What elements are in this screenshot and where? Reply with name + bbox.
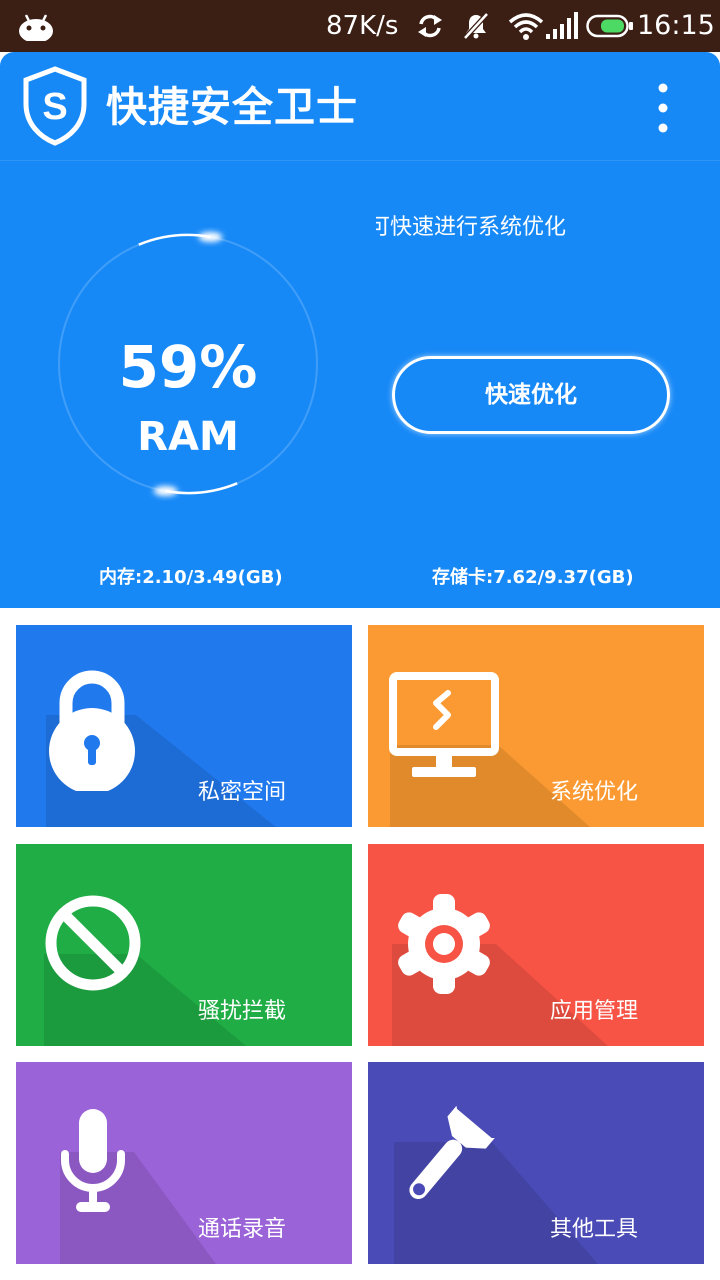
tile-label: 其他工具	[550, 1217, 639, 1242]
signal-icon	[546, 12, 578, 39]
marquee-tip-text: 可快速进行系统优化	[376, 215, 567, 240]
block-icon	[45, 895, 141, 991]
clock: 16:15	[637, 10, 715, 41]
ram-ring-glow	[198, 232, 223, 242]
tile-system-optimize[interactable]: 系统优化	[368, 625, 704, 827]
quick-optimize-button[interactable]: 快速优化	[392, 356, 670, 434]
marquee-tip: 可快速进行系统优化	[376, 210, 696, 246]
dashboard-panel: S 快捷安全卫士 59% RAM 可快速进行系统优化 快速优化 内存:2.10/…	[0, 52, 720, 608]
tile-label: 私密空间	[198, 780, 287, 805]
tile-label: 通话录音	[198, 1217, 287, 1242]
tile-harassment-block[interactable]: 骚扰拦截	[16, 844, 352, 1046]
ram-percent: 59%	[118, 333, 258, 401]
wrench-icon	[409, 1106, 495, 1200]
lock-icon	[49, 670, 135, 791]
memory-info: 内存:2.10/3.49(GB)	[99, 567, 283, 588]
shield-logo-icon: S	[23, 66, 87, 146]
tile-label: 骚扰拦截	[198, 999, 287, 1024]
gear-icon	[398, 894, 490, 994]
monitor-icon	[389, 672, 499, 777]
app-title: 快捷安全卫士	[106, 83, 358, 131]
storage-info: 存储卡:7.62/9.37(GB)	[432, 567, 634, 588]
tile-other-tools[interactable]: 其他工具	[368, 1062, 704, 1264]
ram-label: RAM	[137, 414, 239, 460]
tile-private-space[interactable]: 私密空间	[16, 625, 352, 827]
network-speed: 87K/s	[326, 11, 399, 41]
microphone-icon	[61, 1109, 125, 1212]
tile-app-manage[interactable]: 应用管理	[368, 844, 704, 1046]
tile-label: 系统优化	[550, 780, 639, 805]
mute-icon	[463, 12, 489, 40]
sync-icon	[418, 14, 442, 38]
ram-ring-glow	[153, 486, 178, 496]
logo-letter: S	[42, 86, 67, 128]
wifi-icon	[508, 13, 544, 40]
app-toolbar: S 快捷安全卫士	[0, 52, 720, 161]
overflow-menu-icon[interactable]	[651, 82, 675, 134]
tile-label: 应用管理	[550, 999, 639, 1024]
tile-call-recording[interactable]: 通话录音	[16, 1062, 352, 1264]
battery-icon	[586, 14, 633, 38]
status-bar: 87K/s 16:15	[0, 0, 720, 52]
android-icon	[19, 14, 53, 41]
